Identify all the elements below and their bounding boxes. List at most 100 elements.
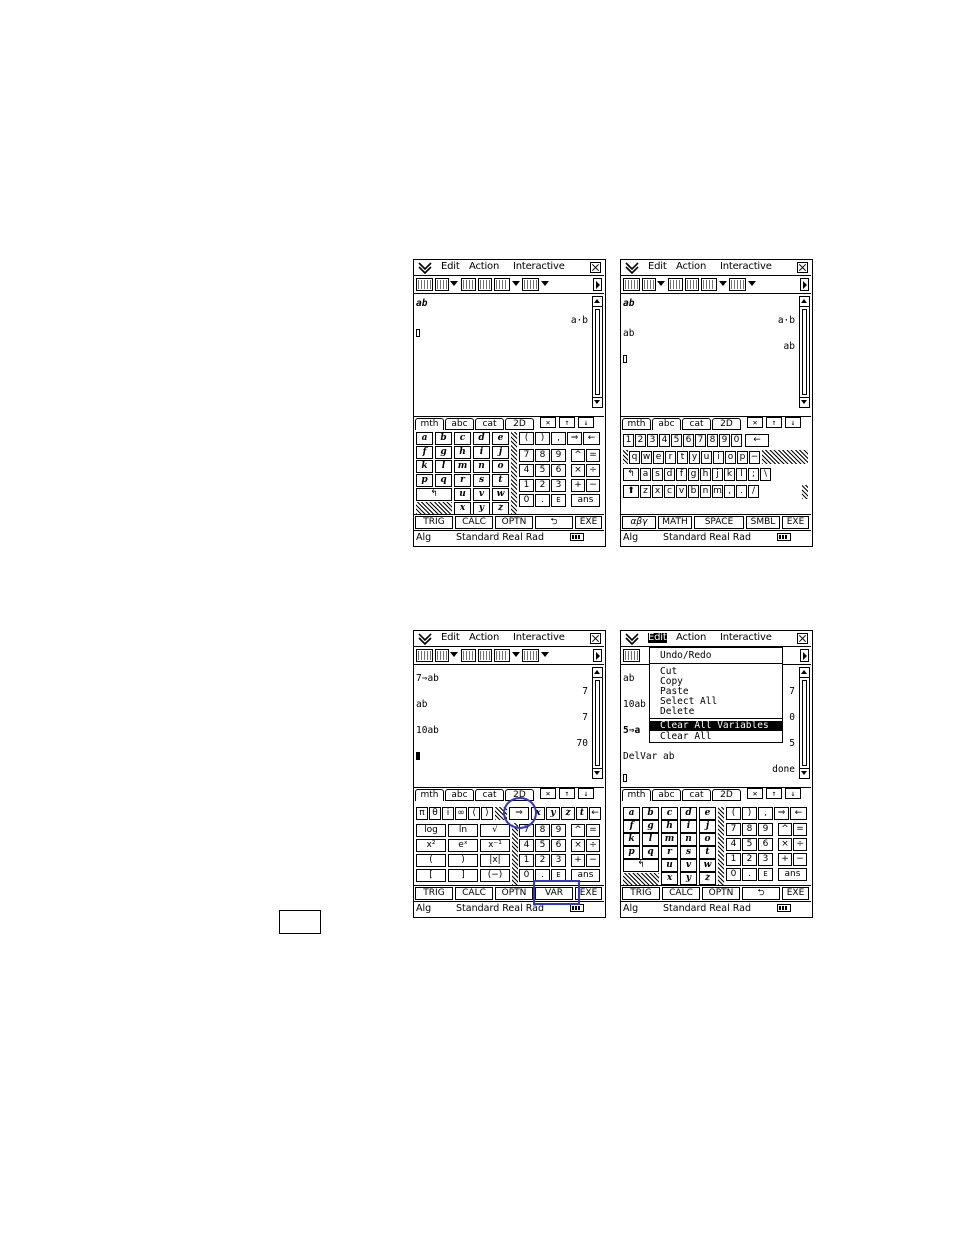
key-3[interactable]: 3 [551, 854, 566, 867]
scroll-thumb[interactable] [802, 680, 807, 766]
work-area[interactable]: 7⇒ab 7 ab 7 10ab 70 [414, 666, 590, 778]
key-equals[interactable]: = [586, 449, 600, 462]
menu-item-clear-all-variables[interactable]: Clear All Variables [650, 721, 782, 731]
key-7[interactable]: 7 [695, 434, 706, 447]
tab-mth[interactable]: mth [622, 789, 651, 801]
key-l[interactable]: l [435, 460, 452, 473]
key-a[interactable]: a [416, 432, 433, 445]
close-icon[interactable] [590, 633, 601, 644]
menu-interactive[interactable]: Interactive [720, 633, 772, 643]
clear-icon[interactable]: ✕ [540, 788, 556, 799]
key-s[interactable]: s [473, 474, 490, 487]
key-n[interactable]: n [473, 460, 490, 473]
key-divide[interactable]: ÷ [793, 838, 807, 851]
key-t[interactable]: t [677, 451, 688, 464]
key-m[interactable]: m [712, 485, 723, 498]
key-1[interactable]: 1 [519, 854, 534, 867]
undo-icon[interactable]: ↑ [559, 417, 575, 428]
scrollbar[interactable] [799, 667, 810, 779]
key-power[interactable]: ^ [571, 449, 585, 462]
softkey-exe[interactable]: EXE [782, 887, 809, 900]
key-g[interactable]: g [688, 468, 699, 481]
key-log[interactable]: log [416, 824, 446, 837]
key-1[interactable]: 1 [519, 479, 534, 492]
dropdown-arrow-icon[interactable] [512, 649, 520, 662]
status-settings[interactable]: Standard Real Rad [663, 904, 751, 914]
key-w[interactable]: w [641, 451, 652, 464]
redo-icon[interactable]: ↓ [785, 788, 801, 799]
key-bracket-open[interactable]: [ [416, 869, 446, 882]
key-e[interactable]: e [653, 451, 664, 464]
key-e[interactable]: e [699, 807, 716, 820]
key-u[interactable]: u [661, 859, 678, 872]
stat-icon[interactable] [494, 649, 510, 662]
key-left-bracket[interactable]: ⟨ [468, 807, 480, 820]
softkey-calc[interactable]: CALC [662, 887, 700, 900]
redo-icon[interactable]: ↓ [785, 417, 801, 428]
key-negative[interactable]: (−) [480, 869, 510, 882]
key-7[interactable]: 7 [519, 449, 534, 462]
key-plus[interactable]: + [571, 854, 585, 867]
key-6[interactable]: 6 [551, 464, 566, 477]
dropdown-arrow-icon[interactable] [541, 649, 549, 662]
key-b[interactable]: b [688, 485, 699, 498]
key-j[interactable]: j [699, 820, 716, 833]
key-u[interactable]: u [701, 451, 712, 464]
key-t[interactable]: t [699, 846, 716, 859]
cursor[interactable] [416, 752, 420, 763]
key-w[interactable]: w [699, 859, 716, 872]
key-3[interactable]: 3 [647, 434, 658, 447]
tab-2d[interactable]: 2D [712, 789, 741, 801]
key-backspace[interactable]: ← [790, 807, 807, 820]
key-0[interactable]: 0 [726, 868, 741, 881]
scroll-up-icon[interactable] [593, 668, 602, 678]
key-g[interactable]: g [642, 820, 659, 833]
key-z[interactable]: z [699, 872, 716, 885]
key-divide[interactable]: ÷ [586, 464, 600, 477]
key-s[interactable]: s [652, 468, 663, 481]
key-y[interactable]: y [546, 807, 560, 820]
key-3[interactable]: 3 [551, 479, 566, 492]
key-y[interactable]: y [680, 872, 697, 885]
key-x[interactable]: x [652, 485, 663, 498]
key-v[interactable]: v [473, 488, 490, 501]
key-shift-arrow[interactable]: ↰ [623, 468, 639, 481]
key-decimal[interactable]: . [742, 868, 757, 881]
tab-cat[interactable]: cat [682, 789, 711, 801]
tab-abc[interactable]: abc [652, 789, 681, 801]
dropdown-arrow-icon[interactable] [541, 278, 549, 291]
key-comma[interactable]: , [724, 485, 735, 498]
key-exp[interactable]: E [551, 494, 566, 507]
key-u[interactable]: u [454, 488, 471, 501]
key-ans[interactable]: ans [778, 868, 807, 881]
key-pi[interactable]: π [416, 807, 428, 820]
scroll-thumb[interactable] [802, 309, 807, 395]
key-h[interactable]: h [454, 446, 471, 459]
key-power[interactable]: ^ [571, 824, 585, 837]
key-9[interactable]: 9 [551, 449, 566, 462]
undo-icon[interactable]: ↑ [559, 788, 575, 799]
menu-interactive[interactable]: Interactive [720, 262, 772, 272]
key-2[interactable]: 2 [742, 853, 757, 866]
scroll-thumb[interactable] [595, 309, 600, 395]
key-5[interactable]: 5 [742, 838, 757, 851]
scroll-up-icon[interactable] [800, 668, 809, 678]
clear-icon[interactable]: ✕ [747, 788, 763, 799]
key-i[interactable]: i [473, 446, 490, 459]
differentiate-icon[interactable] [668, 278, 683, 291]
key-caps[interactable]: ⬆ [623, 485, 639, 498]
key-backslash[interactable]: \ [760, 468, 771, 481]
toggle-format-icon[interactable] [416, 649, 433, 662]
key-d[interactable]: d [664, 468, 675, 481]
scroll-up-icon[interactable] [800, 297, 809, 307]
key-k[interactable]: k [724, 468, 735, 481]
key-m[interactable]: m [454, 460, 471, 473]
toggle-format-icon[interactable] [416, 278, 433, 291]
key-semicolon[interactable]: ; [748, 468, 759, 481]
hand-icon[interactable] [435, 278, 449, 291]
softkey-back[interactable]: ⮌ [535, 516, 573, 529]
key-o[interactable]: o [699, 833, 716, 846]
tab-2d[interactable]: 2D [712, 418, 741, 430]
key-x[interactable]: x [661, 872, 678, 885]
key-ans[interactable]: ans [571, 494, 600, 507]
